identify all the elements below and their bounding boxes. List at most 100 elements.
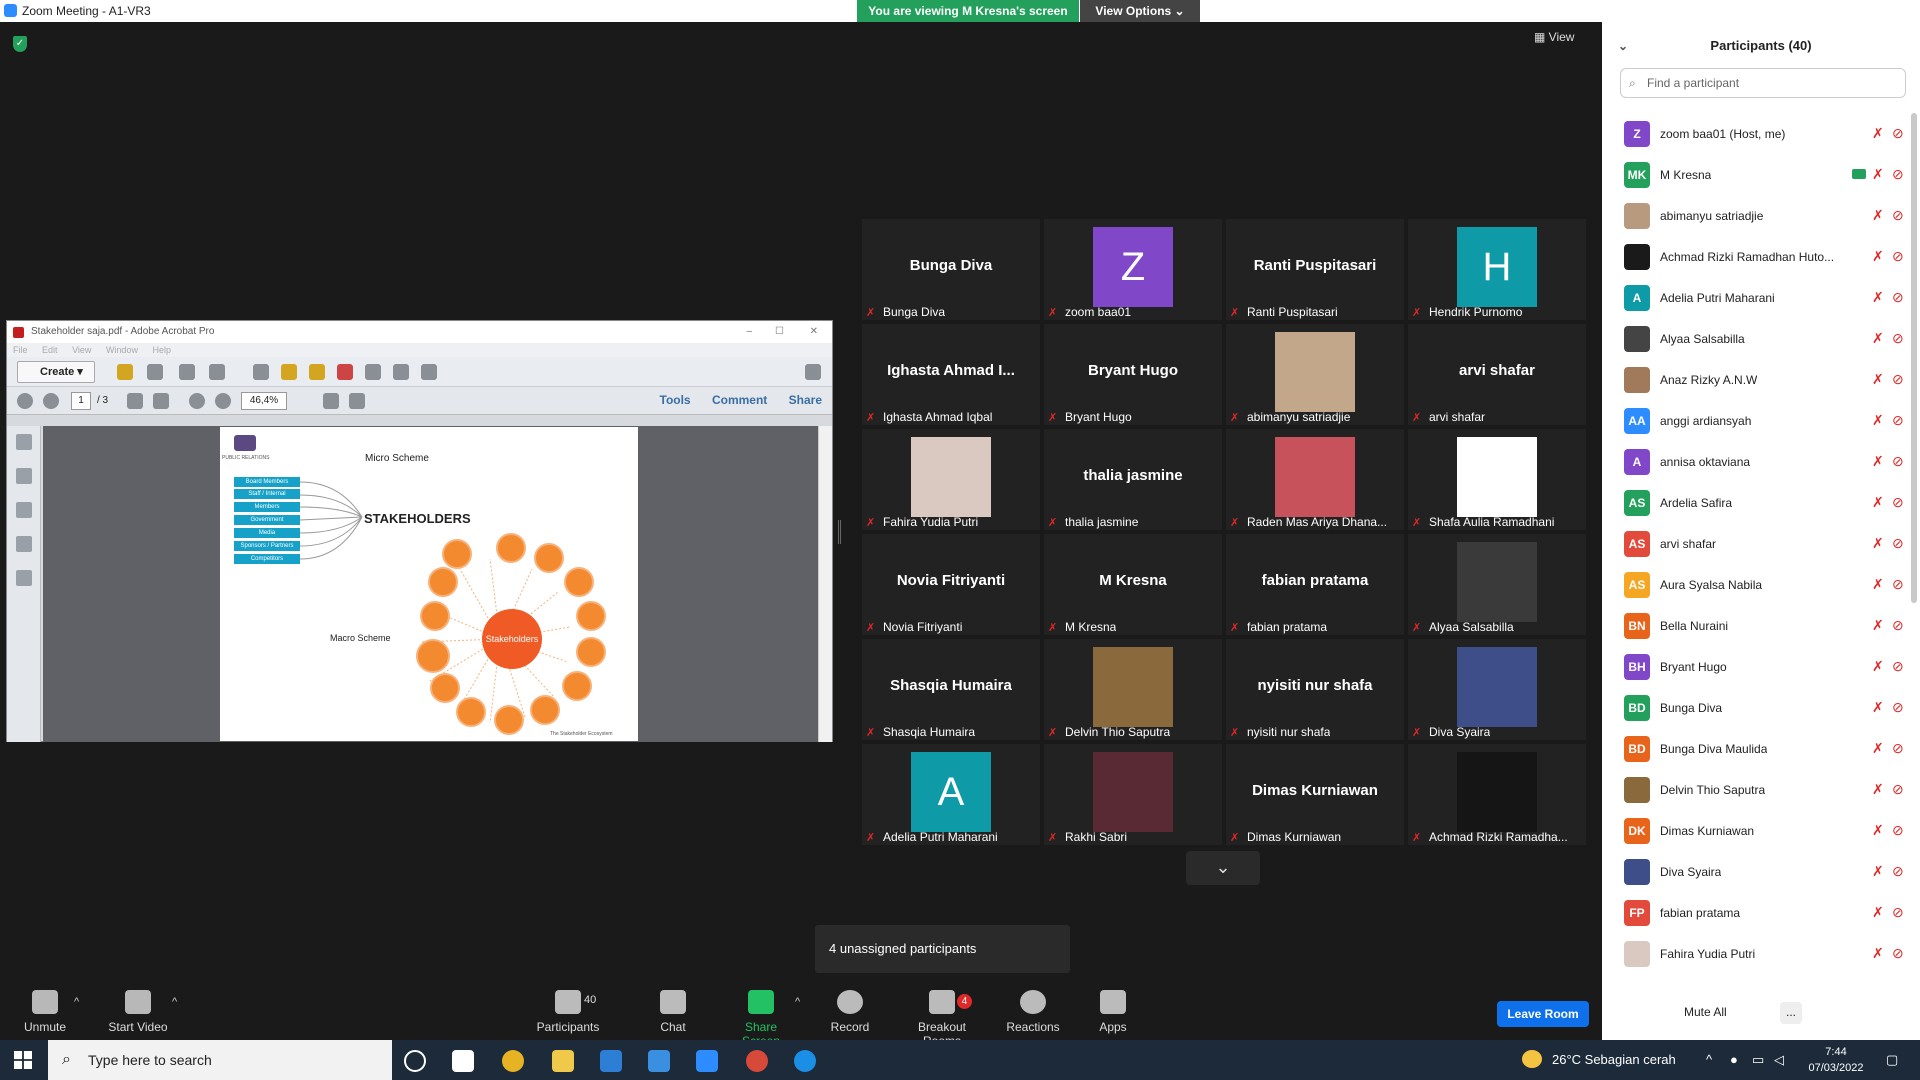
microphone-tray-icon[interactable]: ● (1730, 1052, 1738, 1067)
participant-row[interactable]: A Adelia Putri Maharani ✗ ⊘ (1620, 277, 1904, 318)
video-tile[interactable]: Z ✗ zoom baa01 (1044, 219, 1222, 320)
video-tile[interactable]: ✗ Delvin Thio Saputra (1044, 639, 1222, 740)
tab-comment[interactable]: Comment (712, 393, 767, 407)
view-button[interactable]: ▦ View (1534, 30, 1574, 44)
unassigned-participants-tooltip[interactable]: 4 unassigned participants (815, 925, 1070, 973)
participant-row[interactable]: AA anggi ardiansyah ✗ ⊘ (1620, 400, 1904, 441)
video-tile[interactable]: ✗ Achmad Rizki Ramadha... (1408, 744, 1586, 845)
participant-row[interactable]: Aannisa oktaviana ✗ ⊘ (1620, 441, 1904, 482)
participant-row[interactable]: Alyaa Salsabilla ✗ ⊘ (1620, 318, 1904, 359)
participant-row[interactable]: MK M Kresna ✗ ⊘ (1620, 154, 1904, 195)
video-tile[interactable]: ✗ abimanyu satriadjie (1226, 324, 1404, 425)
layers-icon[interactable] (15, 536, 32, 552)
share-options-caret[interactable]: ^ (795, 996, 800, 1008)
video-tile[interactable]: fabian pratama ✗ fabian pratama (1226, 534, 1404, 635)
create-button[interactable]: Create ▾ (17, 361, 95, 383)
attachments-icon[interactable] (15, 502, 32, 518)
participant-row[interactable]: Diva Syaira ✗ ⊘ (1620, 851, 1904, 892)
notifications-icon[interactable]: ▢ (1886, 1052, 1898, 1068)
participant-row[interactable]: Anaz Rizky A.N.W ✗ ⊘ (1620, 359, 1904, 400)
video-tile[interactable]: Bunga Diva ✗ Bunga Diva (862, 219, 1040, 320)
participant-row[interactable]: DK Dimas Kurniawan ✗ ⊘ (1620, 810, 1904, 851)
menu-view[interactable]: View (72, 345, 91, 355)
video-tile[interactable]: A ✗ Adelia Putri Maharani (862, 744, 1040, 845)
weather-text[interactable]: 26°C Sebagian cerah (1552, 1052, 1676, 1067)
leave-room-button[interactable]: Leave Room (1497, 1001, 1589, 1027)
chat-button[interactable]: Chat (658, 990, 688, 1034)
video-tile[interactable]: Ighasta Ahmad I... ✗ Ighasta Ahmad Iqbal (862, 324, 1040, 425)
video-tile[interactable]: H ✗ Hendrik Purnomo (1408, 219, 1586, 320)
video-tile[interactable]: Ranti Puspitasari ✗ Ranti Puspitasari (1226, 219, 1404, 320)
collapse-chevron-icon[interactable]: ⌄ (1618, 24, 1628, 68)
participant-row[interactable]: Achmad Rizki Ramadhan Huto... ✗ ⊘ (1620, 236, 1904, 277)
weather-icon[interactable] (1522, 1050, 1542, 1068)
open-icon[interactable] (117, 364, 133, 380)
pages-panel-icon[interactable] (15, 434, 32, 450)
participant-row[interactable]: AS Ardelia Safira ✗ ⊘ (1620, 482, 1904, 523)
chrome-icon[interactable] (502, 1050, 524, 1072)
file-explorer-icon[interactable] (552, 1050, 574, 1072)
taskbar-search-box[interactable]: ⌕ Type here to search (48, 1040, 392, 1080)
mute-all-button[interactable]: Mute All (1684, 1005, 1727, 1019)
store-icon[interactable] (600, 1050, 622, 1072)
participant-row[interactable]: Delvin Thio Saputra ✗ ⊘ (1620, 769, 1904, 810)
task-view-icon[interactable] (452, 1050, 474, 1072)
security-shield-icon[interactable]: ✓ (13, 36, 27, 52)
splitter-handle[interactable] (838, 520, 841, 544)
participant-row[interactable]: FP fabian pratama ✗ ⊘ (1620, 892, 1904, 933)
video-tile[interactable]: Dimas Kurniawan ✗ Dimas Kurniawan (1226, 744, 1404, 845)
zoom-level-input[interactable]: 46,4% (241, 392, 287, 410)
teamviewer-icon[interactable] (794, 1050, 816, 1072)
comment-icon[interactable] (281, 364, 297, 380)
view-options-button[interactable]: View Options ⌄ (1080, 0, 1200, 22)
expand-icon[interactable] (805, 364, 821, 380)
tab-share[interactable]: Share (789, 393, 822, 407)
video-tile[interactable]: ✗ Raden Mas Ariya Dhana... (1226, 429, 1404, 530)
menu-edit[interactable]: Edit (42, 345, 58, 355)
next-page-chevron[interactable]: ⌄ (1186, 851, 1260, 885)
save-icon[interactable] (147, 364, 163, 380)
video-tile[interactable]: arvi shafar ✗ arvi shafar (1408, 324, 1586, 425)
acrobat-maximize-icon[interactable]: ☐ (775, 321, 784, 343)
apps-button[interactable]: Apps (1098, 990, 1128, 1034)
fit-width-icon[interactable] (349, 393, 365, 409)
volume-icon[interactable]: ◁ (1774, 1052, 1784, 1068)
participant-row[interactable]: Fahira Yudia Putri ✗ ⊘ (1620, 933, 1904, 974)
menu-window[interactable]: Window (106, 345, 138, 355)
export-icon[interactable] (393, 364, 409, 380)
sign-icon[interactable] (421, 364, 437, 380)
video-tile[interactable]: Shasqia Humaira ✗ Shasqia Humaira (862, 639, 1040, 740)
participant-row[interactable]: abimanyu satriadjie ✗ ⊘ (1620, 195, 1904, 236)
more-options-button[interactable]: ... (1780, 1002, 1802, 1024)
tab-tools[interactable]: Tools (660, 393, 691, 407)
acrobat-close-icon[interactable]: ✕ (810, 321, 818, 343)
participant-row[interactable]: BD Bunga Diva ✗ ⊘ (1620, 687, 1904, 728)
video-tile[interactable]: nyisiti nur shafa ✗ nyisiti nur shafa (1226, 639, 1404, 740)
hand-tool-icon[interactable] (153, 393, 169, 409)
video-tile[interactable]: M Kresna ✗ M Kresna (1044, 534, 1222, 635)
network-icon[interactable]: ▭ (1752, 1052, 1764, 1068)
next-page-icon[interactable] (43, 393, 59, 409)
participant-row[interactable]: BD Bunga Diva Maulida ✗ ⊘ (1620, 728, 1904, 769)
video-options-caret[interactable]: ^ (172, 996, 177, 1008)
video-tile[interactable]: ✗ Diva Syaira (1408, 639, 1586, 740)
print-icon[interactable] (179, 364, 195, 380)
stamp-icon[interactable] (337, 364, 353, 380)
windows-start-icon[interactable] (14, 1051, 32, 1069)
email-icon[interactable] (209, 364, 225, 380)
settings-icon[interactable] (253, 364, 269, 380)
tray-expand-icon[interactable]: ^ (1706, 1052, 1712, 1067)
chrome-profile-icon[interactable] (746, 1050, 768, 1072)
taskbar-clock[interactable]: 7:44 07/03/2022 (1800, 1044, 1872, 1076)
unmute-button[interactable]: Unmute (22, 990, 68, 1034)
menu-help[interactable]: Help (152, 345, 171, 355)
video-tile[interactable]: ✗ Shafa Aulia Ramadhani (1408, 429, 1586, 530)
start-video-button[interactable]: Start Video (106, 990, 170, 1034)
video-tile[interactable]: Bryant Hugo ✗ Bryant Hugo (1044, 324, 1222, 425)
page-number-input[interactable]: 1 (71, 392, 91, 410)
video-tile[interactable]: ✗ Rakhi Sabri (1044, 744, 1222, 845)
video-tile[interactable]: thalia jasmine ✗ thalia jasmine (1044, 429, 1222, 530)
reactions-button[interactable]: Reactions (1006, 990, 1060, 1034)
participant-row[interactable]: BN Bella Nuraini ✗ ⊘ (1620, 605, 1904, 646)
zoom-in-icon[interactable] (215, 393, 231, 409)
